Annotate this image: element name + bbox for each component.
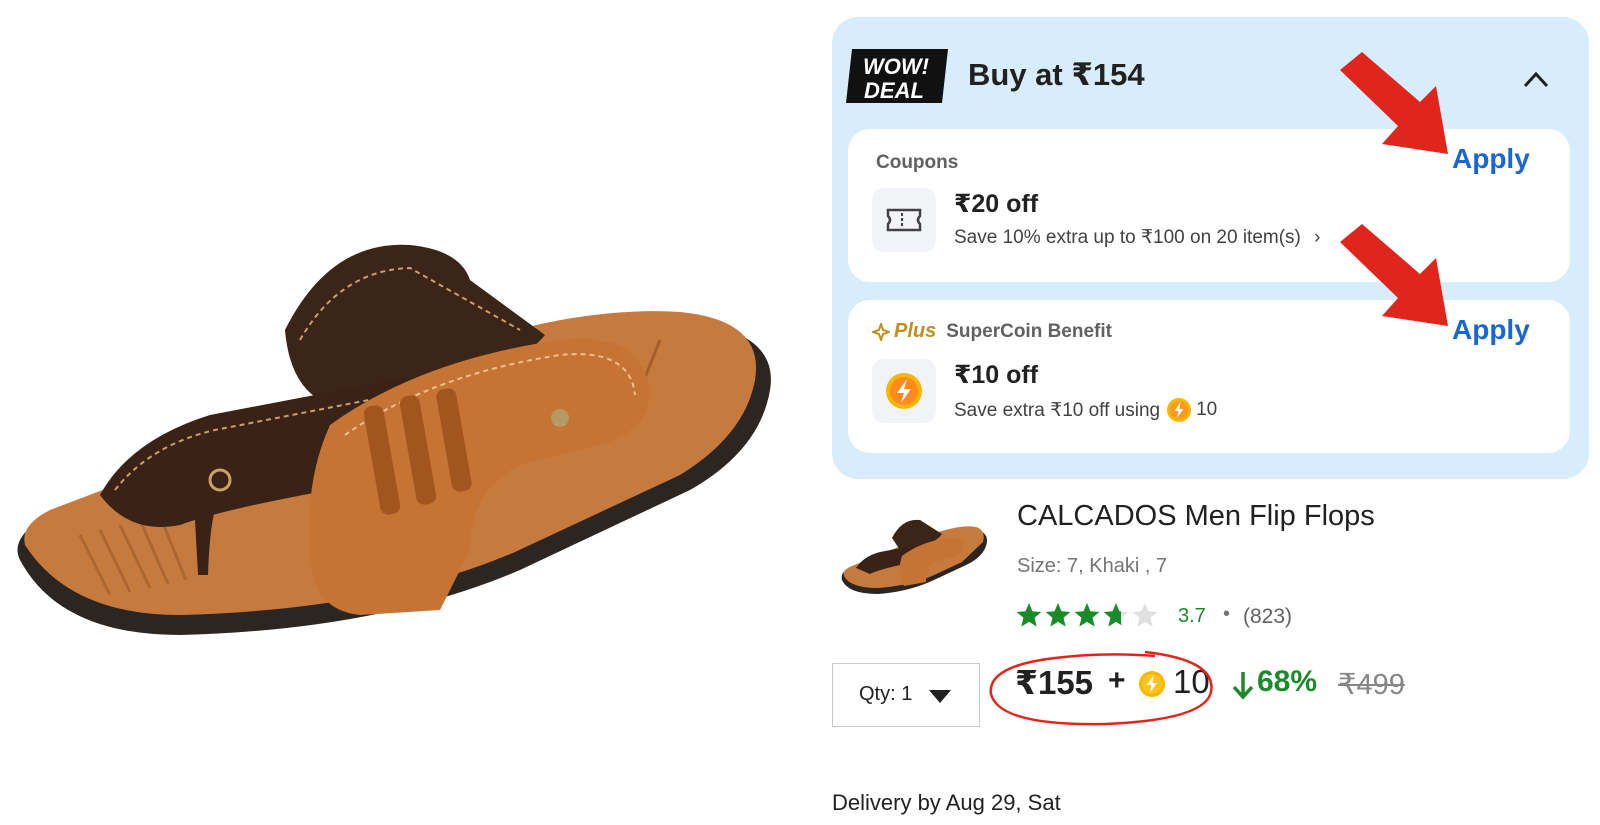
coupon-description-text: Save 10% extra up to ₹100 on 20 item(s) <box>954 227 1301 248</box>
annotation-circle <box>989 650 1213 726</box>
coupon-amount: ₹20 off <box>954 190 1039 218</box>
supercoin-label-row: Plus SuperCoin Benefit <box>872 320 1112 343</box>
star-icon <box>1132 603 1158 627</box>
star-icon <box>1045 603 1071 627</box>
supercoin-coins: 10 <box>1196 399 1218 420</box>
arrow-down-icon <box>1232 672 1254 700</box>
product-thumbnail[interactable] <box>838 508 990 608</box>
annotation-arrow-icon <box>1340 52 1448 154</box>
product-hero-image <box>17 244 771 635</box>
quantity-label: Qty: 1 <box>859 683 913 705</box>
delivery-info: Delivery by Aug 29, Sat <box>832 790 1061 815</box>
discount-percent: 68% <box>1257 665 1318 698</box>
supercoin-description: Save extra ₹10 off using 10 <box>954 397 1217 423</box>
supercoin-small-icon <box>1167 398 1192 422</box>
supercoin-label: SuperCoin Benefit <box>946 320 1112 342</box>
rating-separator: • <box>1223 603 1231 625</box>
wow-deal-badge: WOW! DEAL <box>846 49 948 103</box>
svg-text:DEAL: DEAL <box>864 78 924 103</box>
star-icon <box>1103 603 1129 627</box>
chevron-right-icon: › <box>1314 227 1321 248</box>
coupons-label: Coupons <box>876 152 959 173</box>
plus-logo-icon <box>872 322 890 341</box>
rating-value: 3.7 <box>1178 605 1206 627</box>
product-name[interactable]: CALCADOS Men Flip Flops <box>1017 500 1375 533</box>
star-icon <box>1016 603 1042 627</box>
ticket-icon <box>872 188 936 252</box>
quantity-selector[interactable]: Qty: 1 <box>832 663 980 727</box>
product-size: Size: 7, Khaki , 7 <box>1017 555 1168 577</box>
annotation-arrow-icon <box>1340 224 1448 326</box>
chevron-up-icon[interactable] <box>1522 69 1550 89</box>
rating-count[interactable]: (823) <box>1243 605 1292 629</box>
svg-text:WOW!: WOW! <box>863 54 929 79</box>
supercoin-amount: ₹10 off <box>954 361 1039 389</box>
supercoin-description-text: Save extra ₹10 off using <box>954 399 1161 421</box>
mrp-price: ₹499 <box>1338 669 1405 701</box>
deal-title: Buy at ₹154 <box>968 57 1145 92</box>
star-icon <box>1074 603 1100 627</box>
supercoin-icon <box>872 359 936 423</box>
deal-panel: WOW! DEAL Buy at ₹154 Coupons Apply ₹20 … <box>832 17 1589 479</box>
caret-down-icon <box>929 690 951 703</box>
plus-label: Plus <box>894 320 937 342</box>
coupon-description[interactable]: Save 10% extra up to ₹100 on 20 item(s) … <box>954 226 1321 249</box>
rating-stars <box>1016 603 1158 627</box>
